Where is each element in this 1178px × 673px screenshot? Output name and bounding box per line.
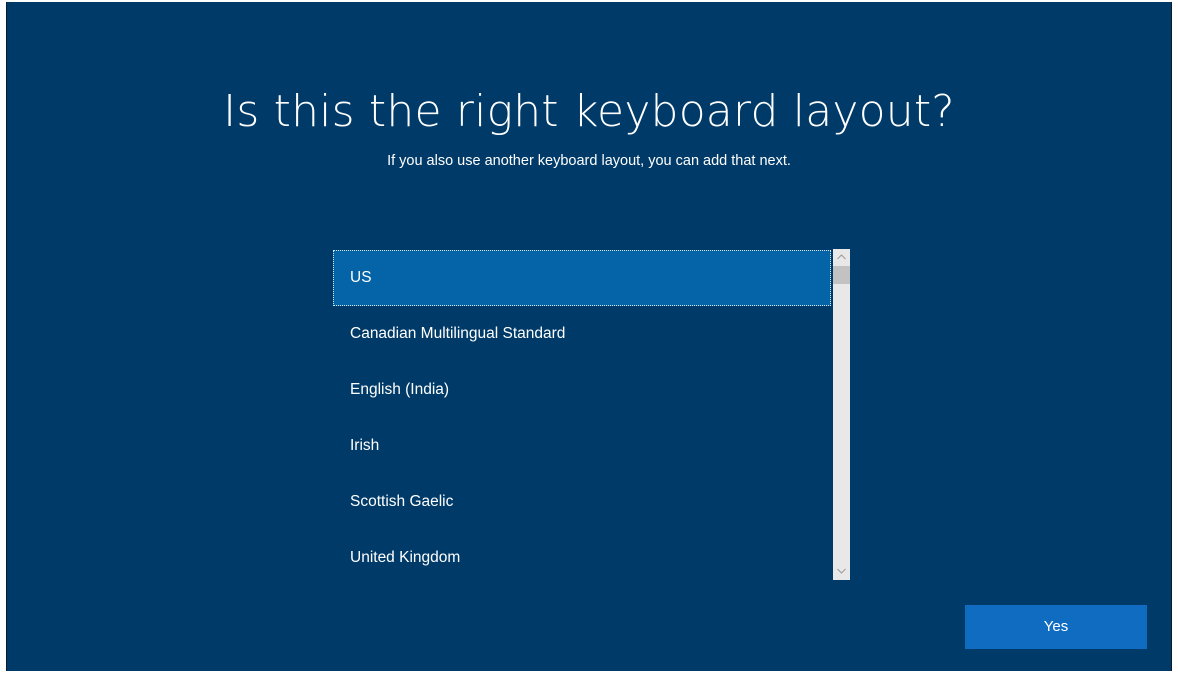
page-title: Is this the right keyboard layout? [223,86,955,137]
keyboard-layout-item-united-kingdom[interactable]: United Kingdom [333,530,831,580]
page-subtitle: If you also use another keyboard layout,… [387,153,791,169]
keyboard-layout-item-irish[interactable]: Irish [333,418,831,474]
chevron-up-icon[interactable] [833,249,850,266]
chevron-down-icon[interactable] [833,563,850,580]
scrollbar-thumb[interactable] [833,266,850,284]
keyboard-layout-list[interactable]: US Canadian Multilingual Standard Englis… [333,247,850,580]
vertical-scrollbar[interactable] [833,249,850,580]
keyboard-layout-item-us[interactable]: US [333,250,831,306]
yes-button[interactable]: Yes [965,605,1147,649]
keyboard-layout-options: US Canadian Multilingual Standard Englis… [333,247,831,580]
keyboard-layout-item-scottish-gaelic[interactable]: Scottish Gaelic [333,474,831,530]
screen-frame: Is this the right keyboard layout? If yo… [0,0,1178,673]
keyboard-layout-item-english-india[interactable]: English (India) [333,362,831,418]
keyboard-layout-item-canadian-multilingual-standard[interactable]: Canadian Multilingual Standard [333,306,831,362]
oobe-keyboard-layout-screen: Is this the right keyboard layout? If yo… [6,2,1172,671]
